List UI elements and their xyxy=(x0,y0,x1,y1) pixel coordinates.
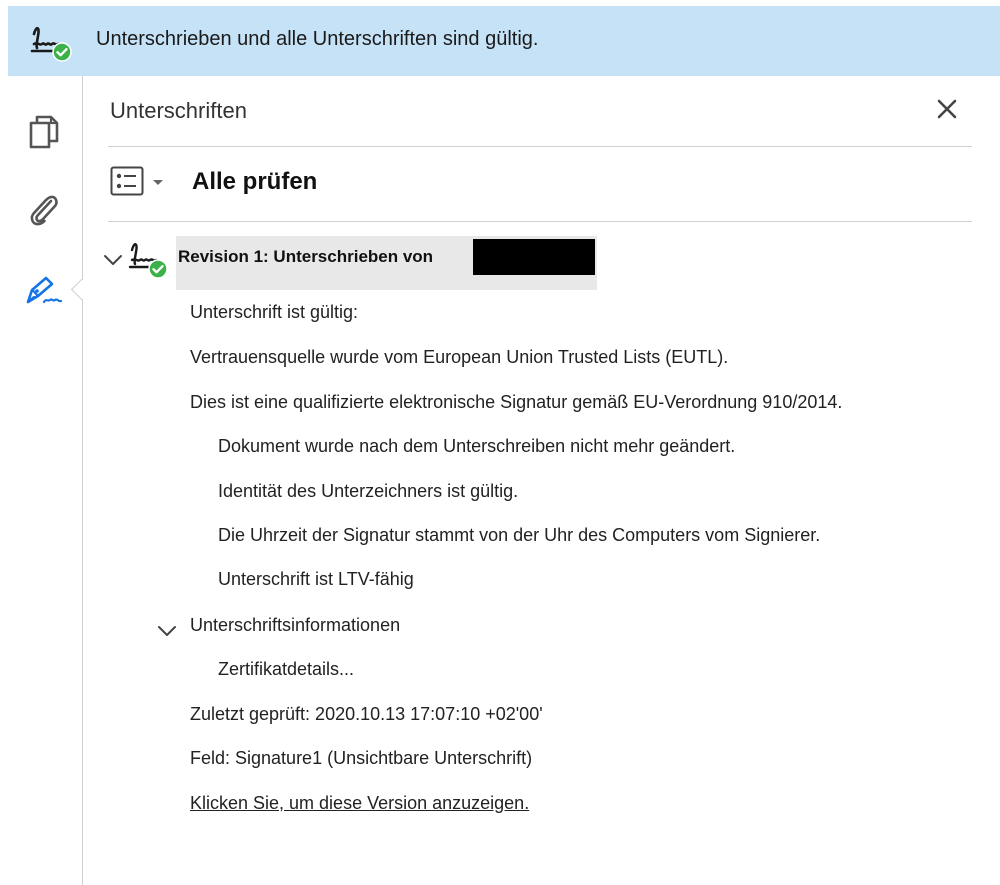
revision-collapse-chevron-icon[interactable] xyxy=(102,250,124,270)
signature-options-menu-button[interactable] xyxy=(110,166,170,200)
ltv-enabled-line: Unterschrift ist LTV-fähig xyxy=(218,569,414,589)
signer-name-redaction xyxy=(473,239,595,275)
signature-status-text: Unterschrieben und alle Unterschriften s… xyxy=(96,28,539,50)
rail-divider xyxy=(82,76,83,885)
signatures-panel-button[interactable] xyxy=(20,270,68,314)
page-thumbnails-icon xyxy=(27,113,61,156)
panel-title: Unterschriften xyxy=(110,98,247,123)
paperclip-icon xyxy=(27,191,61,234)
signature-valid-icon xyxy=(28,24,84,64)
signature-panel-window: Unterschrieben und alle Unterschriften s… xyxy=(0,0,1000,885)
verify-all-button[interactable]: Alle prüfen xyxy=(192,168,317,196)
last-checked-line: Zuletzt geprüft: 2020.10.13 17:07:10 +02… xyxy=(190,704,543,724)
toolbar-divider xyxy=(108,221,972,222)
signer-identity-line: Identität des Unterzeichners ist gültig. xyxy=(218,481,519,501)
signature-field-line: Feld: Signature1 (Unsichtbare Unterschri… xyxy=(190,748,533,768)
signature-pen-icon xyxy=(24,272,64,313)
trust-source-line: Vertrauensquelle wurde vom European Unio… xyxy=(190,347,729,367)
revision-label[interactable]: Revision 1: Unterschrieben von xyxy=(178,247,433,267)
document-unchanged-line: Dokument wurde nach dem Unterschreiben n… xyxy=(218,436,736,456)
chevron-down-icon xyxy=(152,174,164,192)
signature-valid-line: Unterschrift ist gültig: xyxy=(190,302,359,322)
view-version-link[interactable]: Klicken Sie, um diese Version anzuzeigen… xyxy=(190,793,529,814)
options-list-icon xyxy=(110,166,144,201)
signature-status-banner: Unterschrieben und alle Unterschriften s… xyxy=(8,6,1000,76)
close-icon xyxy=(936,98,958,125)
certificate-details-item[interactable]: Zertifikatdetails... xyxy=(218,659,354,680)
qualified-signature-line: Dies ist eine qualifizierte elektronisch… xyxy=(190,392,843,412)
close-panel-button[interactable] xyxy=(930,94,964,128)
page-thumbnails-button[interactable] xyxy=(20,112,68,156)
info-section-chevron-icon[interactable] xyxy=(156,621,178,641)
signature-info-section[interactable]: Unterschriftsinformationen xyxy=(190,615,400,636)
attachments-button[interactable] xyxy=(20,190,68,234)
revision-signature-valid-icon xyxy=(128,240,172,282)
signing-time-line: Die Uhrzeit der Signatur stammt von der … xyxy=(218,525,821,545)
header-divider xyxy=(108,146,972,147)
